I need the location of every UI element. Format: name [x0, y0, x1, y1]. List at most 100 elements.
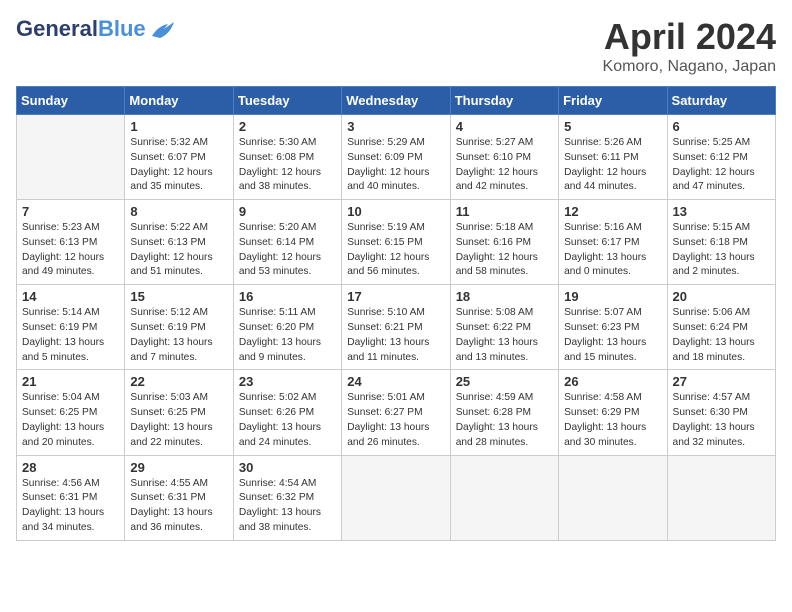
calendar-cell: 15 Sunrise: 5:12 AM Sunset: 6:19 PM Dayli… [125, 285, 233, 370]
day-number: 1 [130, 119, 227, 134]
calendar-cell: 19Sunrise: 5:07 AM Sunset: 6:23 PM Dayli… [559, 285, 667, 370]
calendar-cell [667, 455, 775, 540]
calendar-cell: 16 Sunrise: 5:11 AM Sunset: 6:20 PM Dayli… [233, 285, 341, 370]
day-number: 25 [456, 374, 553, 389]
logo-bird-icon [148, 18, 176, 40]
day-info: Sunrise: 5:30 AM Sunset: 6:08 PM Dayligh… [239, 136, 336, 195]
day-number: 17 [347, 289, 444, 304]
day-info: Sunrise: 4:56 AM Sunset: 6:31 PM Dayligh… [22, 477, 119, 536]
calendar-cell: 2 Sunrise: 5:30 AM Sunset: 6:08 PM Daylig… [233, 115, 341, 200]
calendar-cell: 18 Sunrise: 5:08 AM Sunset: 6:22 PM Dayli… [450, 285, 558, 370]
weekday-header: Monday [125, 87, 233, 115]
day-info: Sunrise: 5:02 AM Sunset: 6:26 PM Dayligh… [239, 391, 336, 450]
calendar-cell: 20 Sunrise: 5:06 AM Sunset: 6:24 PM Dayli… [667, 285, 775, 370]
day-number: 18 [456, 289, 553, 304]
day-number: 7 [22, 204, 119, 219]
day-number: 22 [130, 374, 227, 389]
calendar-cell: 29 Sunrise: 4:55 AM Sunset: 6:31 PM Dayli… [125, 455, 233, 540]
day-info: Sunrise: 5:04 AM Sunset: 6:25 PM Dayligh… [22, 391, 119, 450]
day-info: Sunrise: 5:14 AM Sunset: 6:19 PM Dayligh… [22, 306, 119, 365]
day-info: Sunrise: 4:57 AM Sunset: 6:30 PM Dayligh… [673, 391, 770, 450]
day-number: 29 [130, 460, 227, 475]
day-number: 2 [239, 119, 336, 134]
location: Komoro, Nagano, Japan [603, 58, 776, 76]
day-number: 16 [239, 289, 336, 304]
calendar-cell: 25 Sunrise: 4:59 AM Sunset: 6:28 PM Dayli… [450, 370, 558, 455]
calendar-body: 1 Sunrise: 5:32 AM Sunset: 6:07 PM Daylig… [17, 115, 776, 541]
day-number: 4 [456, 119, 553, 134]
weekday-header: Wednesday [342, 87, 450, 115]
day-number: 6 [673, 119, 770, 134]
day-info: Sunrise: 5:22 AM Sunset: 6:13 PM Dayligh… [130, 221, 227, 280]
day-info: Sunrise: 4:55 AM Sunset: 6:31 PM Dayligh… [130, 477, 227, 536]
calendar-week-row: 7Sunrise: 5:23 AM Sunset: 6:13 PM Daylig… [17, 200, 776, 285]
day-info: Sunrise: 5:03 AM Sunset: 6:25 PM Dayligh… [130, 391, 227, 450]
day-number: 27 [673, 374, 770, 389]
day-number: 3 [347, 119, 444, 134]
calendar-cell [342, 455, 450, 540]
day-info: Sunrise: 5:27 AM Sunset: 6:10 PM Dayligh… [456, 136, 553, 195]
calendar-cell [450, 455, 558, 540]
day-info: Sunrise: 5:18 AM Sunset: 6:16 PM Dayligh… [456, 221, 553, 280]
day-info: Sunrise: 5:20 AM Sunset: 6:14 PM Dayligh… [239, 221, 336, 280]
logo: GeneralBlue [16, 16, 176, 42]
day-number: 9 [239, 204, 336, 219]
day-number: 8 [130, 204, 227, 219]
calendar-cell: 13 Sunrise: 5:15 AM Sunset: 6:18 PM Dayli… [667, 200, 775, 285]
day-info: Sunrise: 5:32 AM Sunset: 6:07 PM Dayligh… [130, 136, 227, 195]
calendar-cell: 24 Sunrise: 5:01 AM Sunset: 6:27 PM Dayli… [342, 370, 450, 455]
day-info: Sunrise: 5:26 AM Sunset: 6:11 PM Dayligh… [564, 136, 661, 195]
day-number: 28 [22, 460, 119, 475]
calendar-cell: 6 Sunrise: 5:25 AM Sunset: 6:12 PM Daylig… [667, 115, 775, 200]
calendar-cell: 22 Sunrise: 5:03 AM Sunset: 6:25 PM Dayli… [125, 370, 233, 455]
calendar-cell: 27 Sunrise: 4:57 AM Sunset: 6:30 PM Dayli… [667, 370, 775, 455]
calendar-cell: 21 Sunrise: 5:04 AM Sunset: 6:25 PM Dayli… [17, 370, 125, 455]
weekday-row: SundayMondayTuesdayWednesdayThursdayFrid… [17, 87, 776, 115]
day-number: 24 [347, 374, 444, 389]
day-number: 30 [239, 460, 336, 475]
calendar-week-row: 1 Sunrise: 5:32 AM Sunset: 6:07 PM Daylig… [17, 115, 776, 200]
day-info: Sunrise: 5:01 AM Sunset: 6:27 PM Dayligh… [347, 391, 444, 450]
calendar-cell: 1 Sunrise: 5:32 AM Sunset: 6:07 PM Daylig… [125, 115, 233, 200]
calendar-cell: 28 Sunrise: 4:56 AM Sunset: 6:31 PM Dayli… [17, 455, 125, 540]
weekday-header: Thursday [450, 87, 558, 115]
day-number: 15 [130, 289, 227, 304]
day-info: Sunrise: 5:19 AM Sunset: 6:15 PM Dayligh… [347, 221, 444, 280]
day-info: Sunrise: 5:25 AM Sunset: 6:12 PM Dayligh… [673, 136, 770, 195]
calendar-cell: 26Sunrise: 4:58 AM Sunset: 6:29 PM Dayli… [559, 370, 667, 455]
day-number: 20 [673, 289, 770, 304]
day-info: Sunrise: 5:29 AM Sunset: 6:09 PM Dayligh… [347, 136, 444, 195]
day-number: 14 [22, 289, 119, 304]
calendar-cell: 30Sunrise: 4:54 AM Sunset: 6:32 PM Dayli… [233, 455, 341, 540]
calendar-cell: 3 Sunrise: 5:29 AM Sunset: 6:09 PM Daylig… [342, 115, 450, 200]
day-number: 13 [673, 204, 770, 219]
calendar-cell [17, 115, 125, 200]
day-number: 19 [564, 289, 661, 304]
day-number: 23 [239, 374, 336, 389]
calendar-cell: 11 Sunrise: 5:18 AM Sunset: 6:16 PM Dayli… [450, 200, 558, 285]
day-info: Sunrise: 4:59 AM Sunset: 6:28 PM Dayligh… [456, 391, 553, 450]
day-number: 5 [564, 119, 661, 134]
calendar-cell: 10 Sunrise: 5:19 AM Sunset: 6:15 PM Dayli… [342, 200, 450, 285]
day-info: Sunrise: 5:06 AM Sunset: 6:24 PM Dayligh… [673, 306, 770, 365]
weekday-header: Tuesday [233, 87, 341, 115]
calendar-cell: 9 Sunrise: 5:20 AM Sunset: 6:14 PM Daylig… [233, 200, 341, 285]
day-info: Sunrise: 5:15 AM Sunset: 6:18 PM Dayligh… [673, 221, 770, 280]
calendar-cell: 17Sunrise: 5:10 AM Sunset: 6:21 PM Dayli… [342, 285, 450, 370]
day-number: 11 [456, 204, 553, 219]
weekday-header: Saturday [667, 87, 775, 115]
day-info: Sunrise: 5:12 AM Sunset: 6:19 PM Dayligh… [130, 306, 227, 365]
day-number: 21 [22, 374, 119, 389]
calendar-week-row: 28 Sunrise: 4:56 AM Sunset: 6:31 PM Dayli… [17, 455, 776, 540]
calendar-cell: 14 Sunrise: 5:14 AM Sunset: 6:19 PM Dayli… [17, 285, 125, 370]
calendar-cell: 7Sunrise: 5:23 AM Sunset: 6:13 PM Daylig… [17, 200, 125, 285]
logo-text: GeneralBlue [16, 16, 176, 42]
weekday-header: Friday [559, 87, 667, 115]
day-info: Sunrise: 5:08 AM Sunset: 6:22 PM Dayligh… [456, 306, 553, 365]
weekday-header: Sunday [17, 87, 125, 115]
day-number: 10 [347, 204, 444, 219]
day-info: Sunrise: 5:11 AM Sunset: 6:20 PM Dayligh… [239, 306, 336, 365]
calendar-week-row: 14 Sunrise: 5:14 AM Sunset: 6:19 PM Dayli… [17, 285, 776, 370]
calendar-cell: 23 Sunrise: 5:02 AM Sunset: 6:26 PM Dayli… [233, 370, 341, 455]
calendar-header: SundayMondayTuesdayWednesdayThursdayFrid… [17, 87, 776, 115]
